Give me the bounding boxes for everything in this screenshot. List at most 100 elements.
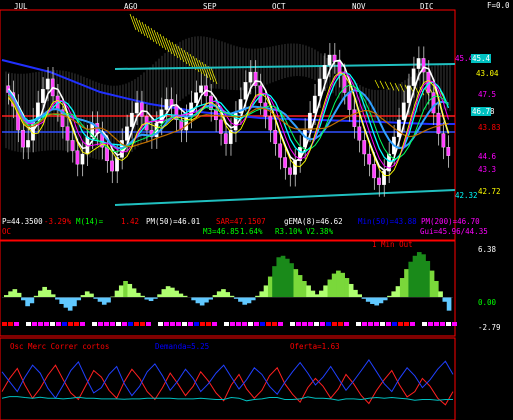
signal-strip-cell: [230, 322, 235, 326]
oscillator-bar: [161, 289, 167, 298]
signal-strip-cell: [296, 322, 301, 326]
signal-strip-cell: [152, 322, 157, 326]
month-label: JUL: [14, 2, 28, 11]
oscillator-bar: [25, 297, 30, 307]
month-label: OCT: [272, 2, 286, 11]
oscillator-bar: [242, 297, 248, 305]
oscillator-bar: [374, 297, 380, 306]
candle-body: [377, 177, 381, 185]
oscillator-bar: [433, 280, 439, 298]
oscillator-bar: [148, 297, 154, 302]
candle-body: [223, 133, 228, 144]
price-label: 43.83: [478, 123, 501, 132]
oscillator-bar: [89, 293, 94, 298]
indicator-readout: gEMA(8)=46.62: [284, 217, 343, 226]
signal-strip-cell: [254, 322, 259, 326]
signal-strip-cell: [374, 322, 379, 326]
oscillator-bar: [412, 255, 418, 298]
oscillator-bar: [259, 291, 265, 298]
signal-strip-cell: [92, 322, 97, 326]
oscillator-bar: [97, 297, 103, 302]
oscillator-bar: [55, 297, 60, 300]
oscillator-bar: [38, 290, 43, 298]
candle-body: [406, 85, 411, 103]
price-label: 46.78: [472, 107, 495, 116]
oscillator-ticks: 6.38 0.00 -2.79: [478, 245, 501, 332]
oscillator-bar: [221, 289, 226, 298]
signal-strip-cell: [224, 322, 229, 326]
candle-body: [40, 88, 45, 103]
signal-strip-cell: [98, 322, 103, 326]
signal-strip-cell: [212, 322, 217, 326]
candle-body: [441, 133, 446, 148]
price-label: 45.4: [472, 54, 491, 63]
signal-strip-cell: [302, 322, 307, 326]
signal-strip-cell: [422, 322, 427, 326]
oscillator-bar: [80, 295, 86, 298]
volume-label: Oferta=1.63: [290, 342, 340, 351]
signal-strip-cell: [368, 322, 373, 326]
signal-strip-cell: [146, 322, 151, 326]
candle-body: [199, 85, 203, 93]
oscillator-bar: [76, 297, 82, 301]
signal-strip-cell: [428, 322, 433, 326]
oscillator-bar: [157, 294, 162, 298]
oscillator-bar: [438, 291, 443, 298]
candle-body: [278, 143, 283, 158]
indicator-readout: P=44.3500: [2, 217, 43, 226]
signal-strip-cell: [44, 322, 49, 326]
price-axis-labels: 45.4645.443.0447.546.7843.8344.643.342.3…: [455, 54, 501, 200]
candle-body: [307, 112, 312, 131]
oscillator-bar: [29, 297, 35, 304]
indicator-readout: PM(50)=46.01: [146, 217, 200, 226]
signal-strip-cell: [446, 322, 451, 326]
signal-strip-cell: [134, 322, 139, 326]
candle-body: [164, 99, 169, 110]
oscillator-bar: [331, 273, 337, 298]
oscillator-bar: [297, 275, 303, 298]
signal-strip-cell: [326, 322, 331, 326]
oscillator-bar: [127, 283, 133, 298]
signal-strip-cell: [260, 322, 265, 326]
oscillator-bar: [4, 295, 9, 298]
candle-body: [75, 150, 80, 165]
signal-strip-cell: [308, 322, 313, 326]
candle-body: [357, 126, 362, 141]
signal-strip-cell: [188, 322, 193, 326]
oscillator-bar: [284, 258, 290, 298]
oscillator-bar: [165, 286, 171, 298]
oscillator-bar: [365, 297, 371, 302]
oscillator-bar: [399, 278, 405, 298]
candle-body: [273, 129, 278, 144]
candle-body: [283, 157, 287, 168]
signal-strip-cell: [86, 322, 91, 326]
oscillator-bar: [323, 285, 328, 298]
f-label: F=0.0: [487, 1, 510, 10]
candle-body: [327, 54, 332, 66]
candle-body: [243, 82, 248, 100]
indicator-readout: 1.42: [121, 217, 139, 226]
candle-body: [45, 78, 50, 90]
oscillator-bar: [267, 276, 273, 298]
candle-body: [129, 112, 134, 127]
month-label: SEP: [203, 2, 217, 11]
oscillator-bar: [63, 297, 69, 308]
signal-strip-cell: [272, 322, 277, 326]
oscillator-bar: [212, 295, 218, 298]
oscillator-bar: [135, 292, 141, 298]
candle-body: [194, 92, 198, 103]
oscillator-bar: [276, 257, 282, 298]
oscillator-bar: [336, 270, 341, 298]
oscillator-title: 1 Min Out: [372, 240, 413, 249]
oscillator-bar: [191, 297, 196, 301]
volume-labels: Osc Merc Correr cortos Demanda=5.25 Oferta…: [10, 342, 340, 351]
candle-body: [80, 153, 85, 165]
oscillator-bar: [21, 297, 26, 301]
signal-strip-cell: [38, 322, 43, 326]
oscillator-bar: [289, 263, 294, 298]
candle-body: [431, 92, 436, 114]
oscillator-bar: [446, 297, 452, 311]
oscillator-bar: [293, 269, 299, 298]
month-label: NOV: [352, 2, 366, 11]
indicator-readout: SAR=47.1507: [216, 217, 266, 226]
